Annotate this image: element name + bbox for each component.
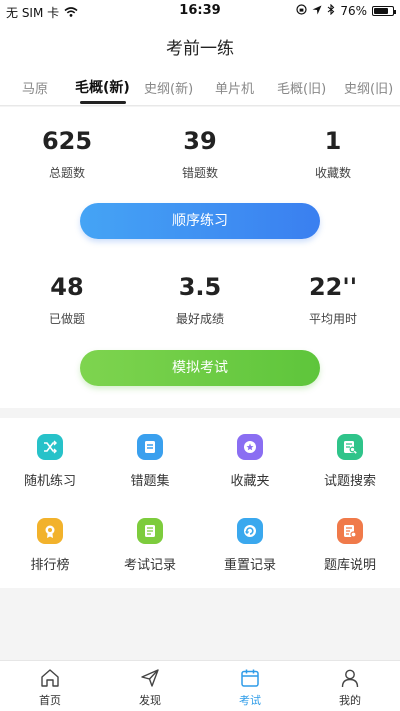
tabbar-exam[interactable]: 考试	[200, 667, 300, 708]
stat-label: 已做题	[48, 312, 85, 326]
stat-favorites: 1 收藏数	[268, 127, 398, 181]
tab-mayuan[interactable]: 马原	[22, 78, 48, 97]
stat-done: 48 已做题	[2, 273, 132, 327]
wrong-questions-item[interactable]: 错题集	[100, 434, 200, 489]
note-icon	[137, 434, 163, 460]
feature-label: 收藏夹	[230, 474, 270, 489]
star-icon	[237, 434, 263, 460]
feature-label: 随机练习	[23, 474, 76, 489]
status-bar: 无 SIM 卡 16:39 76%	[0, 0, 400, 22]
search-questions-item[interactable]: 试题搜索	[300, 434, 400, 489]
send-icon	[100, 667, 200, 689]
doc-icon	[337, 518, 363, 544]
user-icon	[300, 667, 400, 689]
trophy-icon	[37, 518, 63, 544]
reset-icon	[237, 518, 263, 544]
stats-panel: 625 总题数 39 错题数 1 收藏数 顺序练习 48 已做题 3.5 最好成…	[0, 107, 400, 408]
stat-value: 22''	[308, 273, 358, 301]
feature-label: 重置记录	[223, 558, 276, 573]
feature-label: 试题搜索	[323, 474, 376, 489]
stat-total: 625 总题数	[2, 127, 132, 181]
active-tab-indicator	[80, 101, 126, 104]
location-icon	[312, 4, 322, 18]
shuffle-icon	[37, 434, 63, 460]
tabbar-label: 首页	[39, 694, 61, 707]
bottom-tab-bar: 首页 发现 考试 我的	[0, 660, 400, 711]
feature-label: 排行榜	[30, 558, 70, 573]
bank-info-item[interactable]: 题库说明	[300, 518, 400, 573]
tabbar-label: 发现	[139, 694, 161, 707]
stat-value: 48	[50, 273, 84, 301]
tab-shigang-new[interactable]: 史纲(新)	[144, 78, 193, 97]
favorites-item[interactable]: 收藏夹	[200, 434, 300, 489]
stat-value: 1	[324, 127, 342, 155]
tabbar-discover[interactable]: 发现	[100, 667, 200, 708]
exam-records-item[interactable]: 考试记录	[100, 518, 200, 573]
tabbar-home[interactable]: 首页	[0, 667, 100, 708]
tabbar-label: 考试	[239, 694, 261, 707]
page-title: 考前一练	[166, 39, 234, 59]
bluetooth-icon	[327, 3, 335, 18]
reset-records-item[interactable]: 重置记录	[200, 518, 300, 573]
mock-exam-button[interactable]: 模拟考试	[80, 350, 320, 386]
subject-tabs: 马原 毛概(新) 史纲(新) 单片机 毛概(旧) 史纲(旧)	[0, 68, 400, 106]
feature-label: 错题集	[130, 474, 170, 489]
random-practice-item[interactable]: 随机练习	[0, 434, 100, 489]
feature-grid: 随机练习 错题集 收藏夹 试题搜索 排行榜 考试记录 重置记录 题库说明	[0, 418, 400, 588]
tab-maogai-old[interactable]: 毛概(旧)	[277, 78, 326, 97]
battery-icon	[372, 6, 396, 16]
sequential-practice-button[interactable]: 顺序练习	[80, 203, 320, 239]
battery-fill	[374, 8, 388, 14]
stat-label: 收藏数	[314, 166, 351, 180]
stat-average-time: 22'' 平均用时	[268, 273, 398, 327]
tabbar-label: 我的	[339, 694, 361, 707]
feature-label: 考试记录	[123, 558, 176, 573]
stat-best-score: 3.5 最好成绩	[135, 273, 265, 327]
calendar-icon	[200, 667, 300, 689]
stat-value: 3.5	[178, 273, 222, 301]
tab-shigang-old[interactable]: 史纲(旧)	[344, 78, 393, 97]
feature-label: 题库说明	[323, 558, 376, 573]
tabbar-me[interactable]: 我的	[300, 667, 400, 708]
search-doc-icon	[337, 434, 363, 460]
tab-maogai-new[interactable]: 毛概(新)	[75, 77, 130, 97]
stat-label: 最好成绩	[175, 312, 224, 326]
stat-label: 总题数	[48, 166, 85, 180]
tab-single-chip[interactable]: 单片机	[215, 78, 254, 97]
stat-label: 平均用时	[308, 312, 357, 326]
rotation-lock-icon	[296, 4, 307, 18]
stat-value: 39	[183, 127, 217, 155]
home-icon	[0, 667, 100, 689]
leaderboard-item[interactable]: 排行榜	[0, 518, 100, 573]
battery-percent: 76%	[340, 4, 367, 18]
stat-label: 错题数	[181, 166, 218, 180]
stat-value: 625	[41, 127, 93, 155]
nav-bar: 考前一练	[0, 22, 400, 68]
stat-wrong: 39 错题数	[135, 127, 265, 181]
list-icon	[137, 518, 163, 544]
